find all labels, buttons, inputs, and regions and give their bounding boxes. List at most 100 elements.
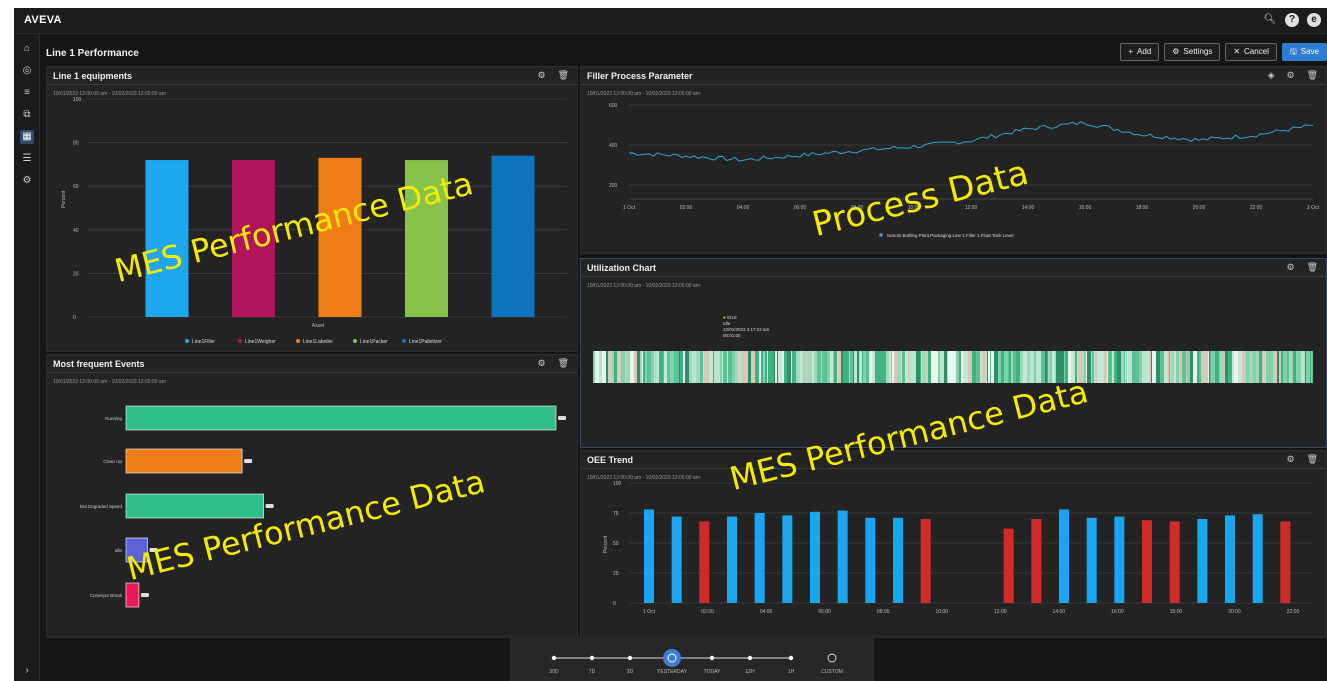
brand-logo[interactable]: AVEVA — [24, 14, 62, 26]
legend-marker — [238, 339, 242, 343]
list-icon[interactable]: ≡ — [20, 86, 34, 100]
utilization-segment — [656, 351, 659, 383]
date-range: 10/01/2023 12:00:00 am - 10/02/2023 12:0… — [587, 283, 700, 289]
bar — [671, 516, 682, 603]
legend-label: Line1Weigher — [245, 339, 276, 345]
gear-icon[interactable]: ⚙ — [1286, 262, 1294, 273]
utilization-segment — [709, 351, 713, 383]
bar — [125, 448, 243, 474]
utilization-segment — [1191, 351, 1193, 383]
gauge-icon[interactable]: ◎ — [20, 64, 34, 78]
utilization-segment — [1124, 351, 1125, 383]
trash-icon[interactable]: 🗑︎ — [558, 358, 569, 369]
timeline-dot — [788, 655, 794, 661]
timeline-option[interactable]: YESTERDAY — [657, 669, 687, 675]
utilization-segment — [1193, 351, 1197, 383]
home-icon[interactable]: ⌂ — [20, 42, 34, 56]
user-icon[interactable]: e — [1307, 13, 1321, 27]
utilization-segment — [928, 351, 931, 383]
x-tick-label: 02:00 — [680, 205, 693, 211]
utilization-segment — [655, 351, 656, 383]
utilization-segment — [808, 351, 812, 383]
utilization-segment — [869, 351, 870, 383]
bar — [1031, 519, 1042, 603]
gear-icon[interactable]: ⚙ — [537, 358, 545, 369]
trash-icon[interactable]: 🗑︎ — [1307, 70, 1318, 81]
utilization-segment — [614, 351, 617, 383]
utilization-segment — [1084, 351, 1086, 383]
time-range-selector[interactable]: 30D 7D 3D YESTERDAY TODAY 12H 1H CUSTOM — [510, 636, 874, 681]
save-icon: 🖫︎ — [1289, 47, 1297, 56]
timeline-option[interactable]: CUSTOM — [821, 669, 843, 675]
utilization-segment — [1269, 351, 1273, 383]
utilization-segment — [654, 351, 655, 383]
utilization-segment — [621, 351, 625, 383]
data-label — [149, 548, 158, 552]
timeline-option[interactable]: 7D — [589, 669, 595, 675]
bar — [893, 517, 903, 603]
y-tick-label: 0 — [73, 315, 76, 321]
utilization-segment — [1078, 351, 1082, 383]
timeline-dot — [589, 655, 595, 661]
utilization-segment — [782, 351, 784, 383]
category-label: Not Degraded Speed — [80, 504, 123, 509]
timeline-dot — [627, 655, 633, 661]
dashboard-icon[interactable]: ▦ — [20, 130, 34, 144]
utilization-segment — [1004, 351, 1008, 383]
utilization-segment — [1152, 351, 1156, 383]
utilization-timeline-bar[interactable] — [593, 351, 1313, 383]
utilization-segment — [959, 351, 961, 383]
data-label — [140, 593, 149, 597]
utilization-segment — [826, 351, 827, 383]
legend-marker — [296, 339, 300, 343]
copy-icon[interactable]: ⧉ — [20, 108, 34, 122]
timeline-option[interactable]: 3D — [627, 669, 633, 675]
gear-icon[interactable]: ⚙ — [537, 70, 545, 81]
utilization-segment — [849, 351, 850, 383]
trash-icon[interactable]: 🗑︎ — [558, 70, 569, 81]
utilization-segment — [602, 351, 606, 383]
timeline-option[interactable]: 30D — [549, 669, 558, 675]
utilization-segment — [634, 351, 636, 383]
bar — [1225, 515, 1235, 603]
utilization-segment — [1065, 351, 1068, 383]
gear-icon[interactable]: ⚙ — [1286, 70, 1294, 81]
add-label: Add — [1137, 47, 1152, 56]
gear-icon[interactable]: ⚙ — [1286, 454, 1294, 465]
gear-icon[interactable]: ⚙ — [20, 174, 34, 188]
y-tick-label: 200 — [609, 183, 618, 189]
help-icon[interactable]: ? — [1285, 13, 1299, 27]
utilization-segment — [775, 351, 777, 383]
trash-icon[interactable]: 🗑︎ — [1307, 454, 1318, 465]
settings-button[interactable]: ⚙ Settings — [1164, 43, 1221, 61]
add-button[interactable]: + Add — [1120, 43, 1160, 61]
utilization-segment — [876, 351, 880, 383]
equipments-panel: Line 1 equipments ⚙ 🗑︎ 10/01/2023 12:00:0… — [46, 66, 578, 352]
utilization-segment — [692, 351, 696, 383]
side-nav: ⌂ ◎ ≡ ⧉ ▦ ☰ ⚙ › — [14, 34, 40, 681]
cancel-button[interactable]: ✕ Cancel — [1225, 43, 1277, 61]
utilization-tooltip: ● IDLE Idle 10/01/2023 3:17:22 am 00:01:… — [723, 315, 770, 338]
utilization-segment — [1242, 351, 1246, 383]
trash-icon[interactable]: 🗑︎ — [1307, 262, 1318, 273]
search-icon[interactable]: 🔍︎ — [1263, 13, 1277, 27]
utilization-segment — [761, 351, 763, 383]
save-button[interactable]: 🖫︎ Save — [1281, 43, 1327, 61]
utilization-segment — [1293, 351, 1296, 383]
utilization-segment — [717, 351, 720, 383]
utilization-segment — [1038, 351, 1039, 383]
utilization-segment — [791, 351, 792, 383]
selected-marker — [663, 649, 681, 667]
tag-icon[interactable]: ◈ — [1268, 70, 1275, 81]
timeline-option[interactable]: TODAY — [704, 669, 721, 675]
expand-icon[interactable]: › — [20, 664, 34, 678]
timeline-option[interactable]: 1H — [788, 669, 794, 675]
timeline-option[interactable]: 12H — [745, 669, 754, 675]
x-tick-label: 18:00 — [1136, 205, 1149, 211]
page-title: Line 1 Performance — [46, 48, 139, 59]
x-tick-label: 22:00 — [1250, 205, 1263, 211]
y-tick-label: 100 — [73, 97, 82, 103]
y-tick-label: 600 — [609, 103, 618, 109]
menu-icon[interactable]: ☰ — [20, 152, 34, 166]
utilization-segment — [1048, 351, 1050, 383]
